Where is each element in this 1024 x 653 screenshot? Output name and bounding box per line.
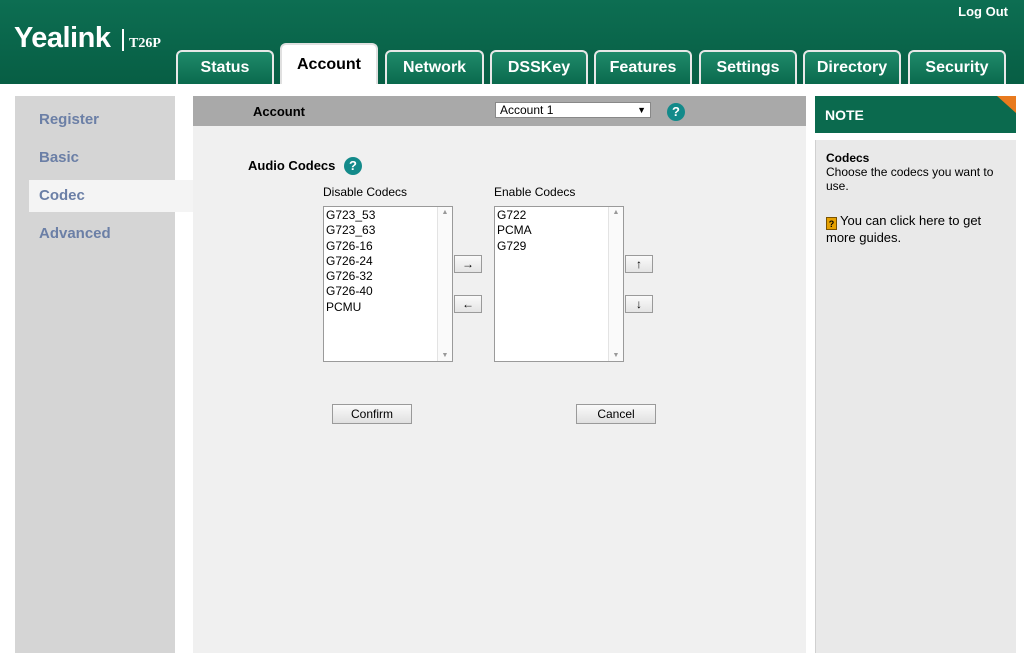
account-select-value: Account 1: [500, 103, 554, 117]
tab-features[interactable]: Features: [594, 50, 692, 84]
model-name: T26P: [129, 36, 161, 51]
scroll-up-icon[interactable]: ▲: [438, 209, 452, 216]
list-item[interactable]: G723_63: [324, 223, 375, 238]
guide-book-icon[interactable]: ?: [826, 217, 837, 230]
main-panel: Account Account 1 ▼ ? Audio Codecs ? Dis…: [193, 96, 806, 653]
confirm-button[interactable]: Confirm: [332, 404, 412, 424]
account-select[interactable]: Account 1 ▼: [495, 102, 651, 118]
note-header: NOTE: [815, 96, 1016, 133]
move-right-button[interactable]: →: [454, 255, 482, 273]
note-panel: Codecs Choose the codecs you want to use…: [815, 140, 1016, 653]
audio-codecs-title: Audio Codecs: [248, 158, 336, 173]
list-item[interactable]: G726-16: [324, 239, 375, 254]
move-left-button[interactable]: ←: [454, 295, 482, 313]
scroll-down-icon[interactable]: ▼: [609, 352, 623, 359]
disabled-codecs-list[interactable]: G723_53 G723_63 G726-16 G726-24 G726-32 …: [323, 206, 453, 362]
scrollbar[interactable]: ▲ ▼: [608, 207, 623, 361]
guide-text[interactable]: You can click here to get more guides.: [826, 213, 981, 245]
list-item[interactable]: G729: [495, 239, 532, 254]
tab-account[interactable]: Account: [280, 43, 378, 84]
account-label: Account: [253, 104, 305, 119]
logout-link[interactable]: Log Out: [958, 4, 1008, 19]
tab-network[interactable]: Network: [385, 50, 484, 84]
enable-codecs-label: Enable Codecs: [494, 185, 576, 199]
sidebar-item-register[interactable]: Register: [15, 104, 175, 136]
list-item[interactable]: G726-24: [324, 254, 375, 269]
list-item[interactable]: G726-32: [324, 269, 375, 284]
codecs-help-icon[interactable]: ?: [344, 157, 362, 175]
guide-link[interactable]: ? You can click here to get more guides.: [826, 213, 1011, 246]
tab-directory[interactable]: Directory: [803, 50, 901, 84]
header-bar: Yealink T26P Log Out Status Account Netw…: [0, 0, 1024, 84]
cancel-button[interactable]: Cancel: [576, 404, 656, 424]
brand-logo: Yealink: [14, 22, 111, 54]
scroll-down-icon[interactable]: ▼: [438, 352, 452, 359]
list-item[interactable]: PCMU: [324, 300, 375, 315]
scroll-up-icon[interactable]: ▲: [609, 209, 623, 216]
list-item[interactable]: G723_53: [324, 208, 375, 223]
sidebar-item-basic[interactable]: Basic: [15, 142, 175, 174]
disable-codecs-label: Disable Codecs: [323, 185, 408, 199]
move-up-button[interactable]: ↑: [625, 255, 653, 273]
list-item[interactable]: G722: [495, 208, 532, 223]
account-help-icon[interactable]: ?: [667, 103, 685, 121]
list-item[interactable]: PCMA: [495, 223, 532, 238]
tab-status[interactable]: Status: [176, 50, 274, 84]
tab-dsskey[interactable]: DSSKey: [490, 50, 588, 84]
tab-security[interactable]: Security: [908, 50, 1006, 84]
note-heading: Codecs: [826, 151, 870, 165]
sidebar: Register Basic Codec Advanced: [15, 96, 201, 653]
scrollbar[interactable]: ▲ ▼: [437, 207, 452, 361]
account-bar: Account Account 1 ▼ ?: [193, 96, 806, 126]
sidebar-item-codec[interactable]: Codec: [29, 180, 201, 212]
move-down-button[interactable]: ↓: [625, 295, 653, 313]
enabled-codecs-list[interactable]: G722 PCMA G729 ▲ ▼: [494, 206, 624, 362]
note-title: NOTE: [825, 107, 864, 123]
list-item[interactable]: G726-40: [324, 284, 375, 299]
sidebar-item-advanced[interactable]: Advanced: [15, 218, 175, 250]
note-description: Choose the codecs you want to use.: [826, 165, 994, 193]
chevron-down-icon: ▼: [637, 105, 646, 115]
logo-divider: [122, 29, 124, 51]
corner-fold-icon: [997, 96, 1016, 113]
tab-settings[interactable]: Settings: [699, 50, 797, 84]
